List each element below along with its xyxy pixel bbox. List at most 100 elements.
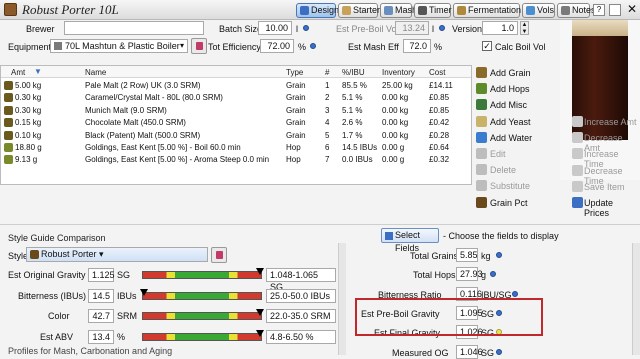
version-input[interactable]: 1.0: [482, 21, 518, 35]
calc-boil-checkbox[interactable]: ✓: [482, 41, 492, 51]
est-preboil-field: 13.24: [395, 21, 429, 35]
action-add-grain[interactable]: Add Grain: [476, 66, 556, 80]
cell-type: Grain: [286, 118, 306, 128]
action-add-hops[interactable]: Add Hops: [476, 82, 556, 96]
cell-pct: 5.1 %: [342, 93, 363, 103]
style-row-value: 13.4: [88, 329, 114, 344]
column-header-5[interactable]: Inventory: [382, 68, 415, 77]
select-fields-button[interactable]: Select Fields: [381, 228, 439, 253]
action-save-item[interactable]: Save Item: [572, 180, 638, 194]
fields-scrollbar[interactable]: [632, 243, 640, 355]
cell-type: Grain: [286, 93, 306, 103]
cell-amt: 18.80 g: [15, 143, 42, 152]
increase-time-icon: [572, 148, 583, 160]
cell-name: Goldings, East Kent [5.00 %] - Aroma Ste…: [85, 155, 270, 165]
window-title: Robust Porter 10L: [22, 2, 119, 17]
style-row-value: 42.7: [88, 309, 114, 323]
cell-pct: 0.0 IBUs: [342, 155, 373, 165]
column-header-0[interactable]: Amt: [11, 68, 25, 77]
action-delete[interactable]: Delete: [476, 163, 556, 177]
close-icon[interactable]: ✕: [625, 3, 639, 17]
style-select[interactable]: Robust Porter ▾: [26, 247, 208, 262]
tot-efficiency-input[interactable]: 72.00: [260, 39, 294, 53]
est-mash-eff-unit: %: [434, 42, 443, 52]
tab-design[interactable]: Design: [296, 3, 339, 18]
style-row-label: Color: [48, 311, 70, 321]
action-increase-time[interactable]: Increase Time: [572, 147, 638, 169]
equipment-edit-button[interactable]: [191, 38, 207, 54]
column-header-6[interactable]: Cost: [429, 68, 445, 77]
column-header-4[interactable]: %/IBU: [342, 68, 365, 77]
table-row[interactable]: 0.30 kg Caramel/Crystal Malt - 80L (80.0 …: [1, 92, 471, 104]
equipment-label: Equipment: [8, 42, 52, 52]
tab-timer[interactable]: Timer: [414, 3, 452, 18]
action-edit[interactable]: Edit: [476, 147, 556, 161]
action-decrease-time[interactable]: Decrease Time: [572, 164, 638, 186]
style-edit-button[interactable]: [211, 247, 227, 263]
action-update-prices[interactable]: Update Prices: [572, 196, 638, 218]
style-range-field: 25.0-50.0 IBUs: [266, 288, 336, 303]
cell-num: 3: [325, 105, 330, 115]
brewer-field[interactable]: [64, 21, 204, 35]
table-row[interactable]: 0.10 kg Black (Patent) Malt (500.0 SRM) Gr…: [1, 130, 471, 142]
tab-vols[interactable]: Vols: [522, 3, 555, 18]
style-marker: [255, 309, 264, 316]
tab-label: Timer: [429, 5, 452, 15]
equipment-select[interactable]: 70L Mashtun & Plastic Boiler ▾: [50, 39, 188, 53]
chevron-down-icon: ▾: [179, 41, 184, 50]
style-row-value: 14.5: [88, 288, 114, 303]
style-scrollbar[interactable]: [338, 243, 346, 355]
action-label: Edit: [490, 149, 506, 159]
style-range-field: 22.0-35.0 SRM: [266, 309, 336, 323]
action-add-water[interactable]: Add Water: [476, 131, 556, 145]
action-add-yeast[interactable]: Add Yeast: [476, 115, 556, 129]
field-label: Total Grains: [410, 251, 459, 261]
table-row[interactable]: 5.00 kg Pale Malt (2 Row) UK (3.0 SRM) Gra…: [1, 80, 471, 92]
table-row[interactable]: 0.30 kg Munich Malt (9.0 SRM) Grain 3 5.1 % 0…: [1, 105, 471, 117]
style-range-field: 1.048-1.065 SG: [266, 268, 336, 292]
cell-amt: 0.15 kg: [15, 118, 42, 128]
help-button[interactable]: ?: [593, 4, 605, 16]
cell-num: 7: [325, 155, 330, 165]
table-row[interactable]: 18.80 g Goldings, East Kent [5.00 %] - Bo…: [1, 142, 471, 154]
restore-button[interactable]: [609, 4, 621, 16]
tab-fermentation[interactable]: Fermentation: [453, 3, 521, 18]
sort-icon: ▼: [34, 67, 42, 76]
hop-icon: [4, 155, 13, 165]
action-add-misc[interactable]: Add Misc: [476, 98, 556, 112]
column-header-2[interactable]: Type: [286, 68, 303, 77]
tab-label: Starter: [353, 5, 381, 15]
style-row-unit: SRM: [117, 311, 137, 321]
cell-inv: 0.00 kg: [382, 93, 409, 103]
delete-icon: [476, 164, 487, 176]
field-unit: kg: [481, 251, 491, 261]
table-row[interactable]: 0.15 kg Chocolate Malt (450.0 SRM) Grain 4 2…: [1, 117, 471, 129]
table-row[interactable]: 9.13 g Goldings, East Kent [5.00 %] - Aro…: [1, 154, 471, 166]
beer-foam: [572, 20, 628, 36]
notes-icon: [561, 6, 570, 15]
design-icon: [300, 6, 309, 15]
edit-icon: [196, 42, 203, 50]
grain-icon: [4, 118, 13, 128]
style-label: Style: [8, 251, 29, 261]
select-fields-hint: - Choose the fields to display: [443, 231, 559, 241]
cell-num: 5: [325, 130, 330, 140]
action-substitute[interactable]: Substitute: [476, 179, 556, 193]
action-label: Delete: [490, 165, 517, 176]
tab-notes[interactable]: Notes: [557, 3, 596, 18]
column-header-3[interactable]: #: [325, 68, 329, 77]
style-row-value: 1.125: [88, 268, 115, 282]
cell-type: Grain: [286, 130, 306, 140]
batch-size-input[interactable]: 10.00: [258, 21, 292, 35]
action-increase-amt[interactable]: Increase Amt: [572, 115, 638, 129]
cell-amt: 5.00 kg: [15, 81, 42, 90]
action-grain-pct[interactable]: Grain Pct: [476, 196, 556, 210]
column-header-1[interactable]: Name: [85, 68, 106, 77]
tab-starter[interactable]: Starter: [338, 3, 381, 18]
field-value: 5.85: [456, 248, 478, 262]
field-label: Measured OG: [392, 347, 449, 358]
action-decrease-amt[interactable]: Decrease Amt: [572, 131, 638, 153]
version-spinner[interactable]: ▲ ▼: [520, 21, 529, 35]
tab-mash[interactable]: Mash: [380, 3, 417, 18]
cell-cost: £0.28: [429, 130, 450, 140]
